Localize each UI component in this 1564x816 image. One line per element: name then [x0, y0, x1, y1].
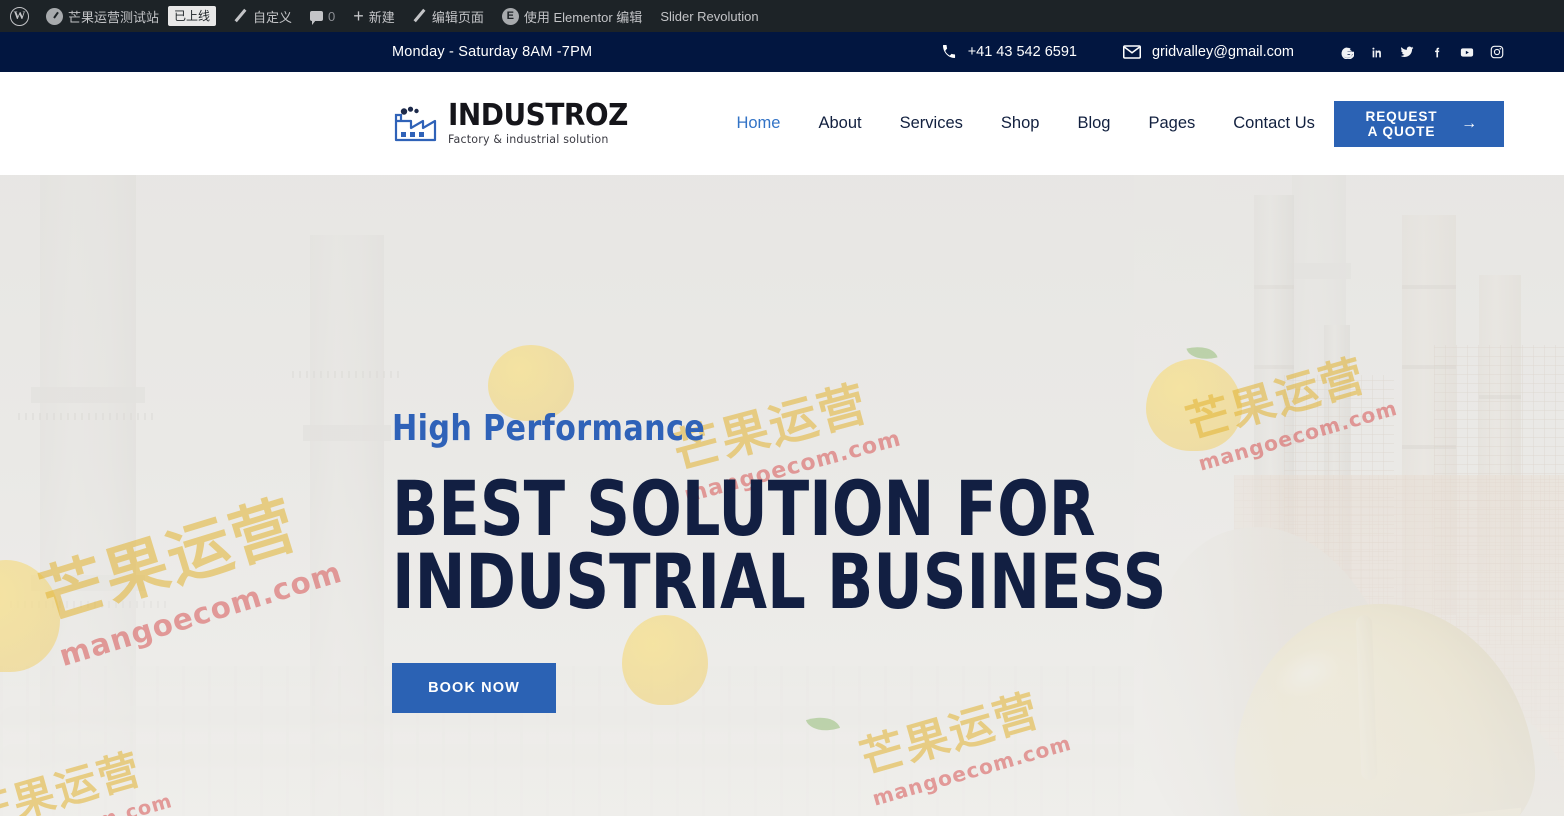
nav-item-home[interactable]: Home	[717, 114, 799, 133]
new-content-button[interactable]: + 新建	[344, 0, 404, 32]
hero-content: High Performance BEST SOLUTION FOR INDUS…	[392, 411, 1360, 713]
wordpress-logo-button[interactable]	[6, 0, 37, 32]
edit-with-elementor-button[interactable]: E 使用 Elementor 编辑	[493, 0, 651, 32]
dashboard-gauge-icon	[46, 7, 63, 25]
brush-icon	[234, 9, 248, 23]
phone-icon	[942, 45, 955, 58]
arrow-right-icon: →	[1461, 114, 1478, 132]
comment-count-label: 0	[328, 8, 336, 24]
facebook-icon[interactable]	[1430, 45, 1444, 59]
hero-slider: 芒果运营 mangoecom.com 芒果运营 mangoecom.com 芒果…	[0, 175, 1564, 816]
nav-item-contact[interactable]: Contact Us	[1214, 114, 1334, 133]
logo-name-label: INDUSTROZ	[448, 98, 628, 134]
site-status-badge: 已上线	[168, 6, 217, 26]
hero-title-line-2: INDUSTRIAL BUSINESS	[392, 536, 1167, 626]
topbar-right-group: +41 43 542 6591 gridvalley@gmail.com	[941, 44, 1504, 60]
nav-item-services[interactable]: Services	[881, 114, 982, 133]
site-logo[interactable]: INDUSTROZ Factory & industrial solution	[392, 101, 641, 145]
site-header: INDUSTROZ Factory & industrial solution …	[0, 72, 1564, 175]
plus-icon: +	[353, 6, 364, 26]
youtube-icon[interactable]	[1460, 45, 1474, 59]
wp-admin-bar: 芒果运营测试站 已上线 自定义 0 + 新建 编辑页面 E 使用 Element…	[0, 0, 1564, 32]
google-icon[interactable]	[1340, 45, 1354, 59]
comment-bubble-icon	[310, 11, 324, 25]
request-a-quote-button[interactable]: REQUEST A QUOTE →	[1333, 100, 1504, 147]
hero-eyebrow-label: High Performance	[392, 408, 706, 449]
nav-item-blog[interactable]: Blog	[1058, 114, 1129, 133]
wordpress-logo-icon	[10, 6, 29, 26]
logo-tagline-label: Factory & industrial solution	[448, 132, 609, 147]
customize-button[interactable]: 自定义	[225, 0, 301, 32]
social-links	[1340, 45, 1504, 59]
elementor-icon: E	[501, 7, 519, 25]
mail-icon	[1122, 45, 1141, 59]
hero-title: BEST SOLUTION FOR INDUSTRIAL BUSINESS	[392, 464, 1167, 626]
linkedin-icon[interactable]	[1370, 45, 1384, 59]
main-navigation: Home About Services Shop Blog Pages Cont…	[717, 114, 1333, 133]
nav-item-about[interactable]: About	[799, 114, 880, 133]
site-name-label: 芒果运营测试站	[68, 9, 160, 25]
customize-label: 自定义	[253, 9, 293, 25]
pencil-icon	[413, 9, 427, 23]
phone-contact[interactable]: +41 43 542 6591	[941, 44, 1077, 60]
book-now-button[interactable]: BOOK NOW	[392, 662, 556, 713]
email-contact[interactable]: gridvalley@gmail.com	[1122, 44, 1294, 60]
phone-number-label: +41 43 542 6591	[967, 44, 1077, 60]
new-content-label: 新建	[368, 9, 395, 25]
edit-page-label: 编辑页面	[431, 9, 484, 25]
instagram-icon[interactable]	[1490, 45, 1504, 59]
slider-revolution-button[interactable]: Slider Revolution	[651, 0, 767, 32]
nav-item-pages[interactable]: Pages	[1129, 114, 1214, 133]
nav-item-shop[interactable]: Shop	[982, 114, 1059, 133]
comments-button[interactable]: 0	[301, 0, 344, 32]
elementor-label: 使用 Elementor 编辑	[523, 9, 643, 25]
slider-revolution-label: Slider Revolution	[660, 8, 759, 24]
hero-title-line-1: BEST SOLUTION FOR	[392, 464, 1096, 553]
email-address-label: gridvalley@gmail.com	[1151, 44, 1294, 60]
twitter-icon[interactable]	[1400, 45, 1414, 59]
top-info-bar: Monday - Saturday 8AM -7PM +41 43 542 65…	[0, 32, 1564, 72]
edit-page-button[interactable]: 编辑页面	[404, 0, 493, 32]
quote-button-label: REQUEST A QUOTE	[1365, 108, 1438, 139]
business-hours-label: Monday - Saturday 8AM -7PM	[392, 44, 593, 60]
factory-icon	[394, 106, 437, 141]
site-name-button[interactable]: 芒果运营测试站 已上线	[37, 0, 225, 32]
